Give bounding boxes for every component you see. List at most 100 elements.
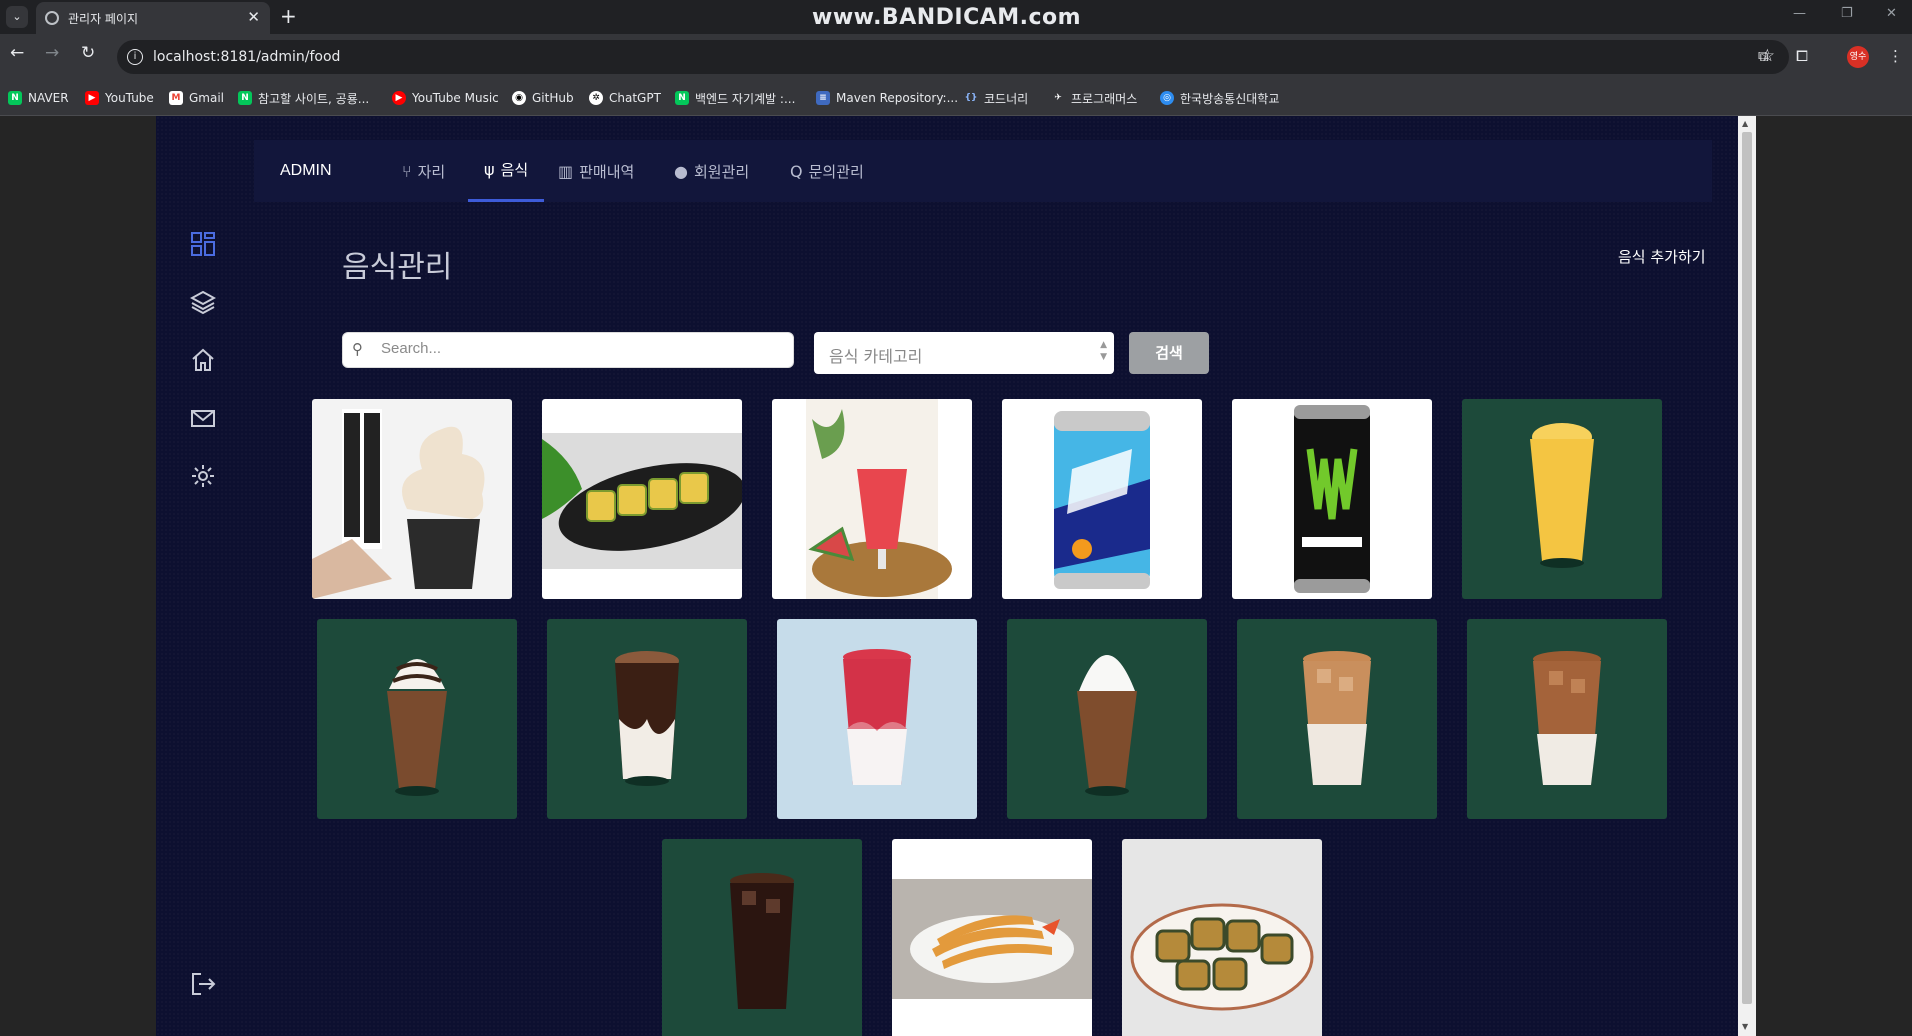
- bookmark-item[interactable]: ▶ YouTube Music: [392, 90, 499, 106]
- naver-icon: N: [675, 91, 689, 105]
- naver-icon: N: [238, 91, 252, 105]
- search-q-icon: Q: [790, 161, 803, 181]
- maven-icon: ≡: [816, 91, 830, 105]
- home-icon[interactable]: [190, 347, 216, 373]
- add-food-link[interactable]: 음식 추가하기: [1618, 246, 1706, 267]
- reload-icon[interactable]: ↻: [81, 43, 95, 63]
- search-icon: ⚲: [352, 340, 363, 358]
- nav-item-sales[interactable]: ▥ 판매내역: [558, 140, 634, 202]
- mail-icon[interactable]: [190, 405, 216, 431]
- naver-icon: N: [8, 91, 22, 105]
- tab-close-icon[interactable]: ✕: [247, 8, 260, 26]
- admin-app: ADMIN ⑂ 자리 ψ 음식 ▥ 판매내역 ● 회원관리 Q 문의관리 음식관리 음식 …: [156, 116, 1738, 1036]
- food-card-monster-energy-can[interactable]: [1232, 399, 1432, 599]
- search-button[interactable]: 검색: [1129, 332, 1209, 374]
- bookmark-item[interactable]: ✲ ChatGPT: [589, 90, 661, 106]
- food-card-mocha-frappe[interactable]: [1007, 619, 1207, 819]
- translate-icon[interactable]: ⧉: [1758, 47, 1769, 65]
- close-window-icon[interactable]: ✕: [1886, 6, 1897, 21]
- gmail-icon: M: [169, 91, 183, 105]
- user-icon: ●: [674, 161, 688, 181]
- bandicam-watermark: www.BANDICAM.com: [812, 5, 1082, 30]
- food-card-watermelon-juice[interactable]: [772, 399, 972, 599]
- extensions-icon[interactable]: ⧠: [1796, 47, 1808, 65]
- bookmarks-bar: N NAVER ▶ YouTube M Gmail N 참고할 사이트, 공룡... ▶…: [0, 80, 1912, 116]
- nav-item-food[interactable]: ψ 음식: [468, 140, 545, 202]
- youtube-icon: ▶: [85, 91, 99, 105]
- browser-menu-icon[interactable]: ⋮: [1888, 47, 1903, 65]
- updown-arrows-icon: ▲ ▼: [1100, 340, 1107, 362]
- code-icon: {}: [964, 93, 978, 103]
- profile-avatar[interactable]: 영수: [1847, 46, 1869, 68]
- new-tab-button[interactable]: +: [280, 4, 297, 28]
- mocha-frappe-image: [1007, 619, 1207, 819]
- food-card-strawberry-latte[interactable]: [777, 619, 977, 819]
- bookmark-item[interactable]: ✈ 프로그래머스: [1051, 90, 1137, 106]
- back-arrow-icon[interactable]: ←: [10, 43, 24, 63]
- scrollbar-thumb[interactable]: [1742, 132, 1752, 1004]
- food-card-fried-shrimp[interactable]: [892, 839, 1092, 1036]
- bookmark-item[interactable]: ◉ GitHub: [512, 90, 574, 106]
- tiramisu-latte-image: [547, 619, 747, 819]
- bookmark-item[interactable]: N NAVER: [8, 90, 69, 106]
- site-info-icon[interactable]: i: [127, 49, 143, 65]
- restore-icon[interactable]: ❐: [1841, 6, 1853, 21]
- page-title: 음식관리: [342, 250, 453, 285]
- github-icon: ◉: [512, 91, 526, 105]
- seaweed-fritters-image: [1122, 839, 1322, 1036]
- programmers-icon: ✈: [1054, 93, 1062, 103]
- food-card-blue-hawaii-can[interactable]: [1002, 399, 1202, 599]
- bookmark-item[interactable]: {} 코드너리: [964, 90, 1029, 106]
- category-select[interactable]: 음식 카테고리 ▲ ▼: [814, 332, 1114, 374]
- food-card-iced-americano[interactable]: [662, 839, 862, 1036]
- layers-icon[interactable]: [189, 289, 217, 315]
- bookmark-item[interactable]: ▶ YouTube: [85, 90, 154, 106]
- nav-item-members[interactable]: ● 회원관리: [674, 140, 749, 202]
- globe-icon: [45, 11, 59, 25]
- iced-caramel-latte-image: [1467, 619, 1667, 819]
- bookmark-item[interactable]: M Gmail: [169, 90, 224, 106]
- strawberry-latte-image: [777, 619, 977, 819]
- food-card-iced-caramel-latte[interactable]: [1467, 619, 1667, 819]
- address-bar[interactable]: i localhost:8181/admin/food ☆: [117, 40, 1789, 74]
- scroll-down-arrow-icon[interactable]: ▼: [1742, 1022, 1748, 1031]
- mango-smoothie-image: [1462, 399, 1662, 599]
- food-card-mango-smoothie[interactable]: [1462, 399, 1662, 599]
- dashboard-icon[interactable]: [190, 231, 216, 257]
- forward-arrow-icon[interactable]: →: [45, 43, 59, 63]
- minimize-icon[interactable]: —: [1793, 6, 1806, 21]
- nav-item-seat[interactable]: ⑂ 자리: [402, 140, 445, 202]
- food-card-rolled-omelette[interactable]: [542, 399, 742, 599]
- food-card-tiramisu-latte[interactable]: [547, 619, 747, 819]
- page-viewport: ADMIN ⑂ 자리 ψ 음식 ▥ 판매내역 ● 회원관리 Q 문의관리 음식관리 음식 …: [0, 116, 1912, 1036]
- page-scrollbar[interactable]: ▲ ▼: [1738, 116, 1756, 1036]
- search-input[interactable]: [381, 340, 781, 357]
- bookmark-item[interactable]: N 참고할 사이트, 공룡...: [238, 90, 369, 106]
- fried-shrimp-image: [892, 839, 1092, 1036]
- knou-icon: ◎: [1160, 91, 1174, 105]
- food-card-vanilla-soft-serve[interactable]: [312, 399, 512, 599]
- brand-label[interactable]: ADMIN: [280, 162, 332, 180]
- logout-icon[interactable]: [190, 971, 216, 997]
- food-card-iced-cafe-latte[interactable]: [1237, 619, 1437, 819]
- food-card-seaweed-fritters[interactable]: [1122, 839, 1322, 1036]
- food-card-chocolate-frappuccino[interactable]: [317, 619, 517, 819]
- settings-icon[interactable]: [190, 463, 216, 489]
- bookmark-item[interactable]: ◎ 한국방송통신대학교: [1160, 90, 1279, 106]
- bookmark-item[interactable]: N 백엔드 자기계발 :...: [675, 90, 795, 106]
- browser-tab-active[interactable]: 관리자 페이지 ✕: [36, 2, 270, 34]
- vanilla-soft-serve-image: [312, 399, 512, 599]
- tab-title: 관리자 페이지: [68, 12, 139, 26]
- monster-energy-can-image: [1232, 399, 1432, 599]
- browser-tabbar: ⌄ 관리자 페이지 ✕ + www.BANDICAM.com — ❐ ✕: [0, 0, 1912, 34]
- tab-search-button[interactable]: ⌄: [6, 6, 28, 28]
- scroll-up-arrow-icon[interactable]: ▲: [1742, 119, 1748, 128]
- search-box[interactable]: ⚲: [342, 332, 794, 368]
- blue-hawaii-can-image: [1002, 399, 1202, 599]
- bookmark-item[interactable]: ≡ Maven Repository:...: [816, 90, 958, 106]
- iced-americano-image: [662, 839, 862, 1036]
- seat-icon: ⑂: [402, 161, 412, 181]
- nav-item-inquiries[interactable]: Q 문의관리: [790, 140, 864, 202]
- url-text[interactable]: localhost:8181/admin/food: [153, 49, 340, 65]
- browser-toolbar: ← → ↻ i localhost:8181/admin/food ☆ ⧉ ⧠ …: [0, 34, 1912, 80]
